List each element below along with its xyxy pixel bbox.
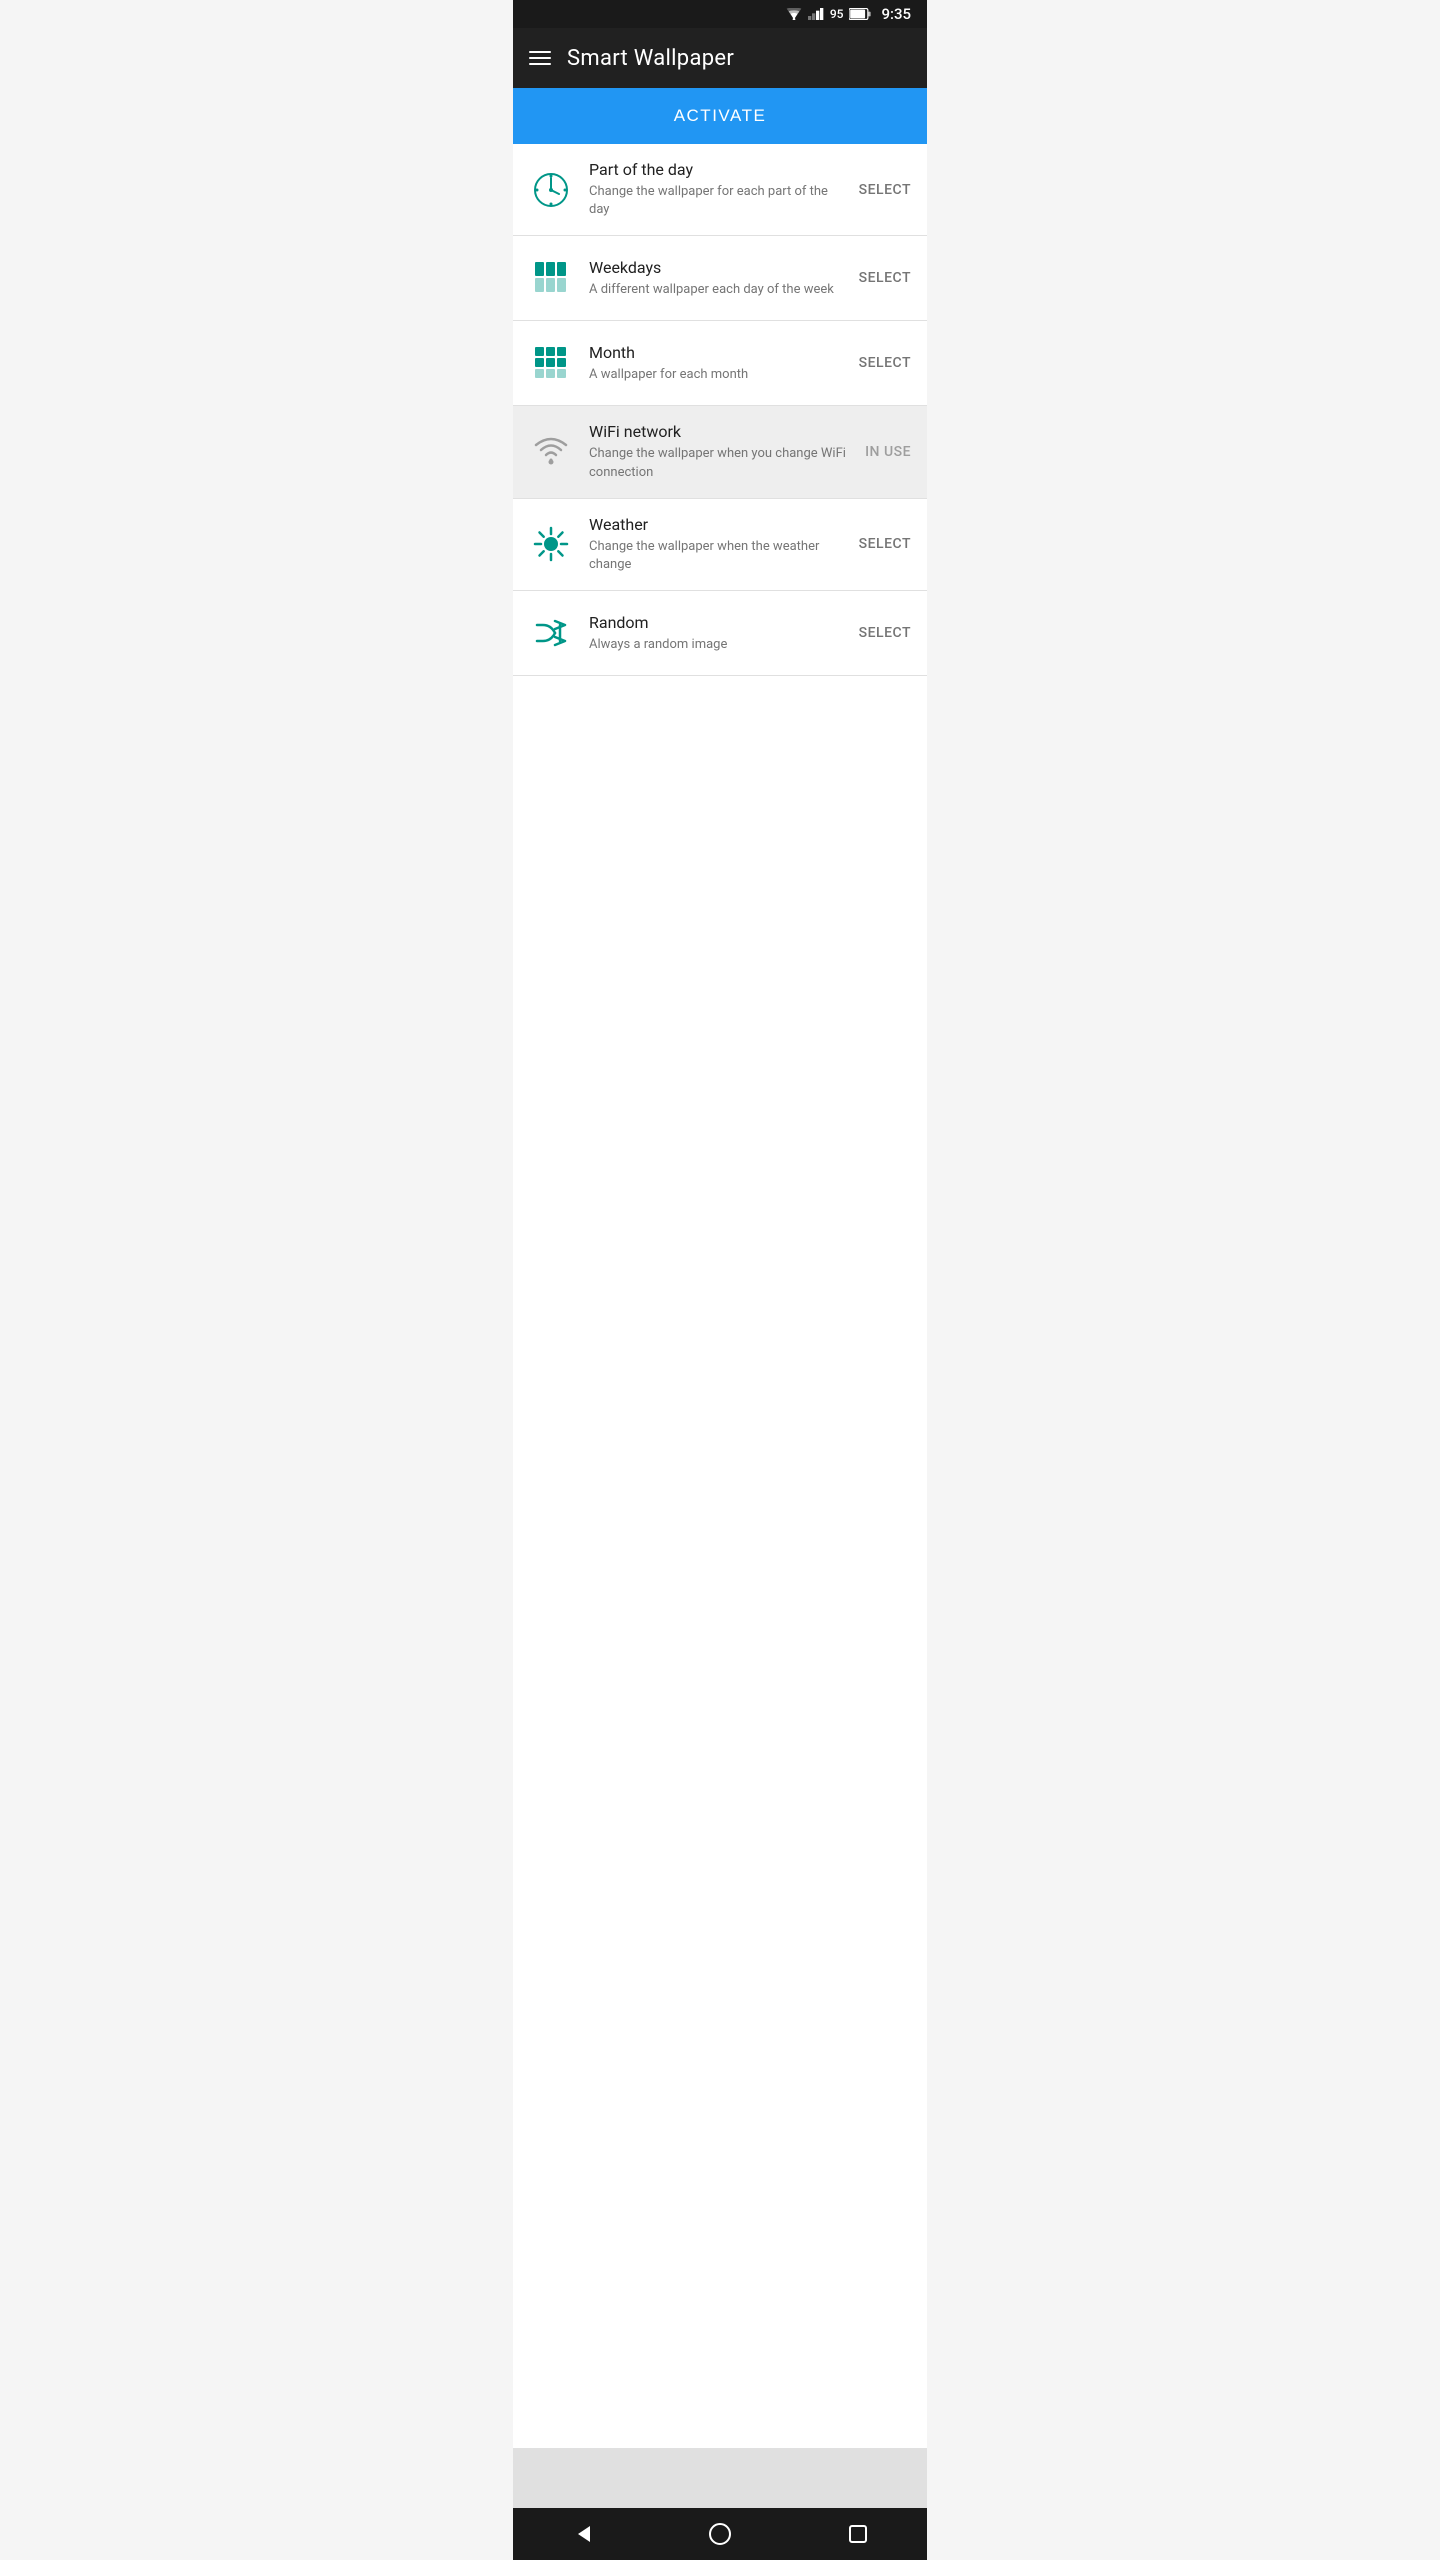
month-icon [529,341,573,385]
weather-select[interactable]: SELECT [859,536,911,552]
wifi-subtitle: Change the wallpaper when you change WiF… [589,445,853,481]
weather-icon [529,522,573,566]
weekdays-item[interactable]: Weekdays A different wallpaper each day … [513,236,927,321]
part-of-day-select[interactable]: SELECT [859,182,911,198]
wifi-title: WiFi network [589,422,853,441]
status-bar: 95 9:35 [513,0,927,28]
recents-button[interactable] [838,2514,878,2554]
options-list: Part of the day Change the wallpaper for… [513,144,927,2448]
weekdays-content: Weekdays A different wallpaper each day … [589,258,847,299]
weather-title: Weather [589,515,847,534]
bottom-nav-bar [513,2508,927,2560]
weekdays-title: Weekdays [589,258,847,277]
month-select[interactable]: SELECT [859,355,911,371]
wifi-item[interactable]: WiFi network Change the wallpaper when y… [513,406,927,498]
random-title: Random [589,613,847,632]
battery-level: 95 [830,7,844,21]
weekdays-icon [529,256,573,300]
app-title: Smart Wallpaper [567,46,734,71]
random-content: Random Always a random image [589,613,847,654]
weather-subtitle: Change the wallpaper when the weather ch… [589,538,847,574]
wifi-icon [529,430,573,474]
weekdays-select[interactable]: SELECT [859,270,911,286]
signal-icon [808,8,824,20]
battery-icon [849,8,871,20]
month-subtitle: A wallpaper for each month [589,366,847,384]
part-of-day-icon [529,168,573,212]
part-of-day-item[interactable]: Part of the day Change the wallpaper for… [513,144,927,236]
part-of-day-content: Part of the day Change the wallpaper for… [589,160,847,219]
weather-item[interactable]: Weather Change the wallpaper when the we… [513,499,927,591]
random-item[interactable]: Random Always a random image SELECT [513,591,927,676]
month-item[interactable]: Month A wallpaper for each month SELECT [513,321,927,406]
back-button[interactable] [562,2514,602,2554]
part-of-day-title: Part of the day [589,160,847,179]
home-button[interactable] [700,2514,740,2554]
status-icons: 95 9:35 [786,5,911,23]
activate-button[interactable]: ACTIVATE [513,88,927,144]
time-display: 9:35 [881,5,911,23]
wifi-status-icon [786,8,802,20]
app-bar: Smart Wallpaper [513,28,927,88]
weather-content: Weather Change the wallpaper when the we… [589,515,847,574]
month-title: Month [589,343,847,362]
random-select[interactable]: SELECT [859,625,911,641]
month-content: Month A wallpaper for each month [589,343,847,384]
wifi-content: WiFi network Change the wallpaper when y… [589,422,853,481]
random-icon [529,611,573,655]
wifi-in-use: IN USE [865,444,911,460]
part-of-day-subtitle: Change the wallpaper for each part of th… [589,183,847,219]
footer-area [513,2448,927,2508]
random-subtitle: Always a random image [589,636,847,654]
weekdays-subtitle: A different wallpaper each day of the we… [589,281,847,299]
menu-icon[interactable] [529,51,551,65]
